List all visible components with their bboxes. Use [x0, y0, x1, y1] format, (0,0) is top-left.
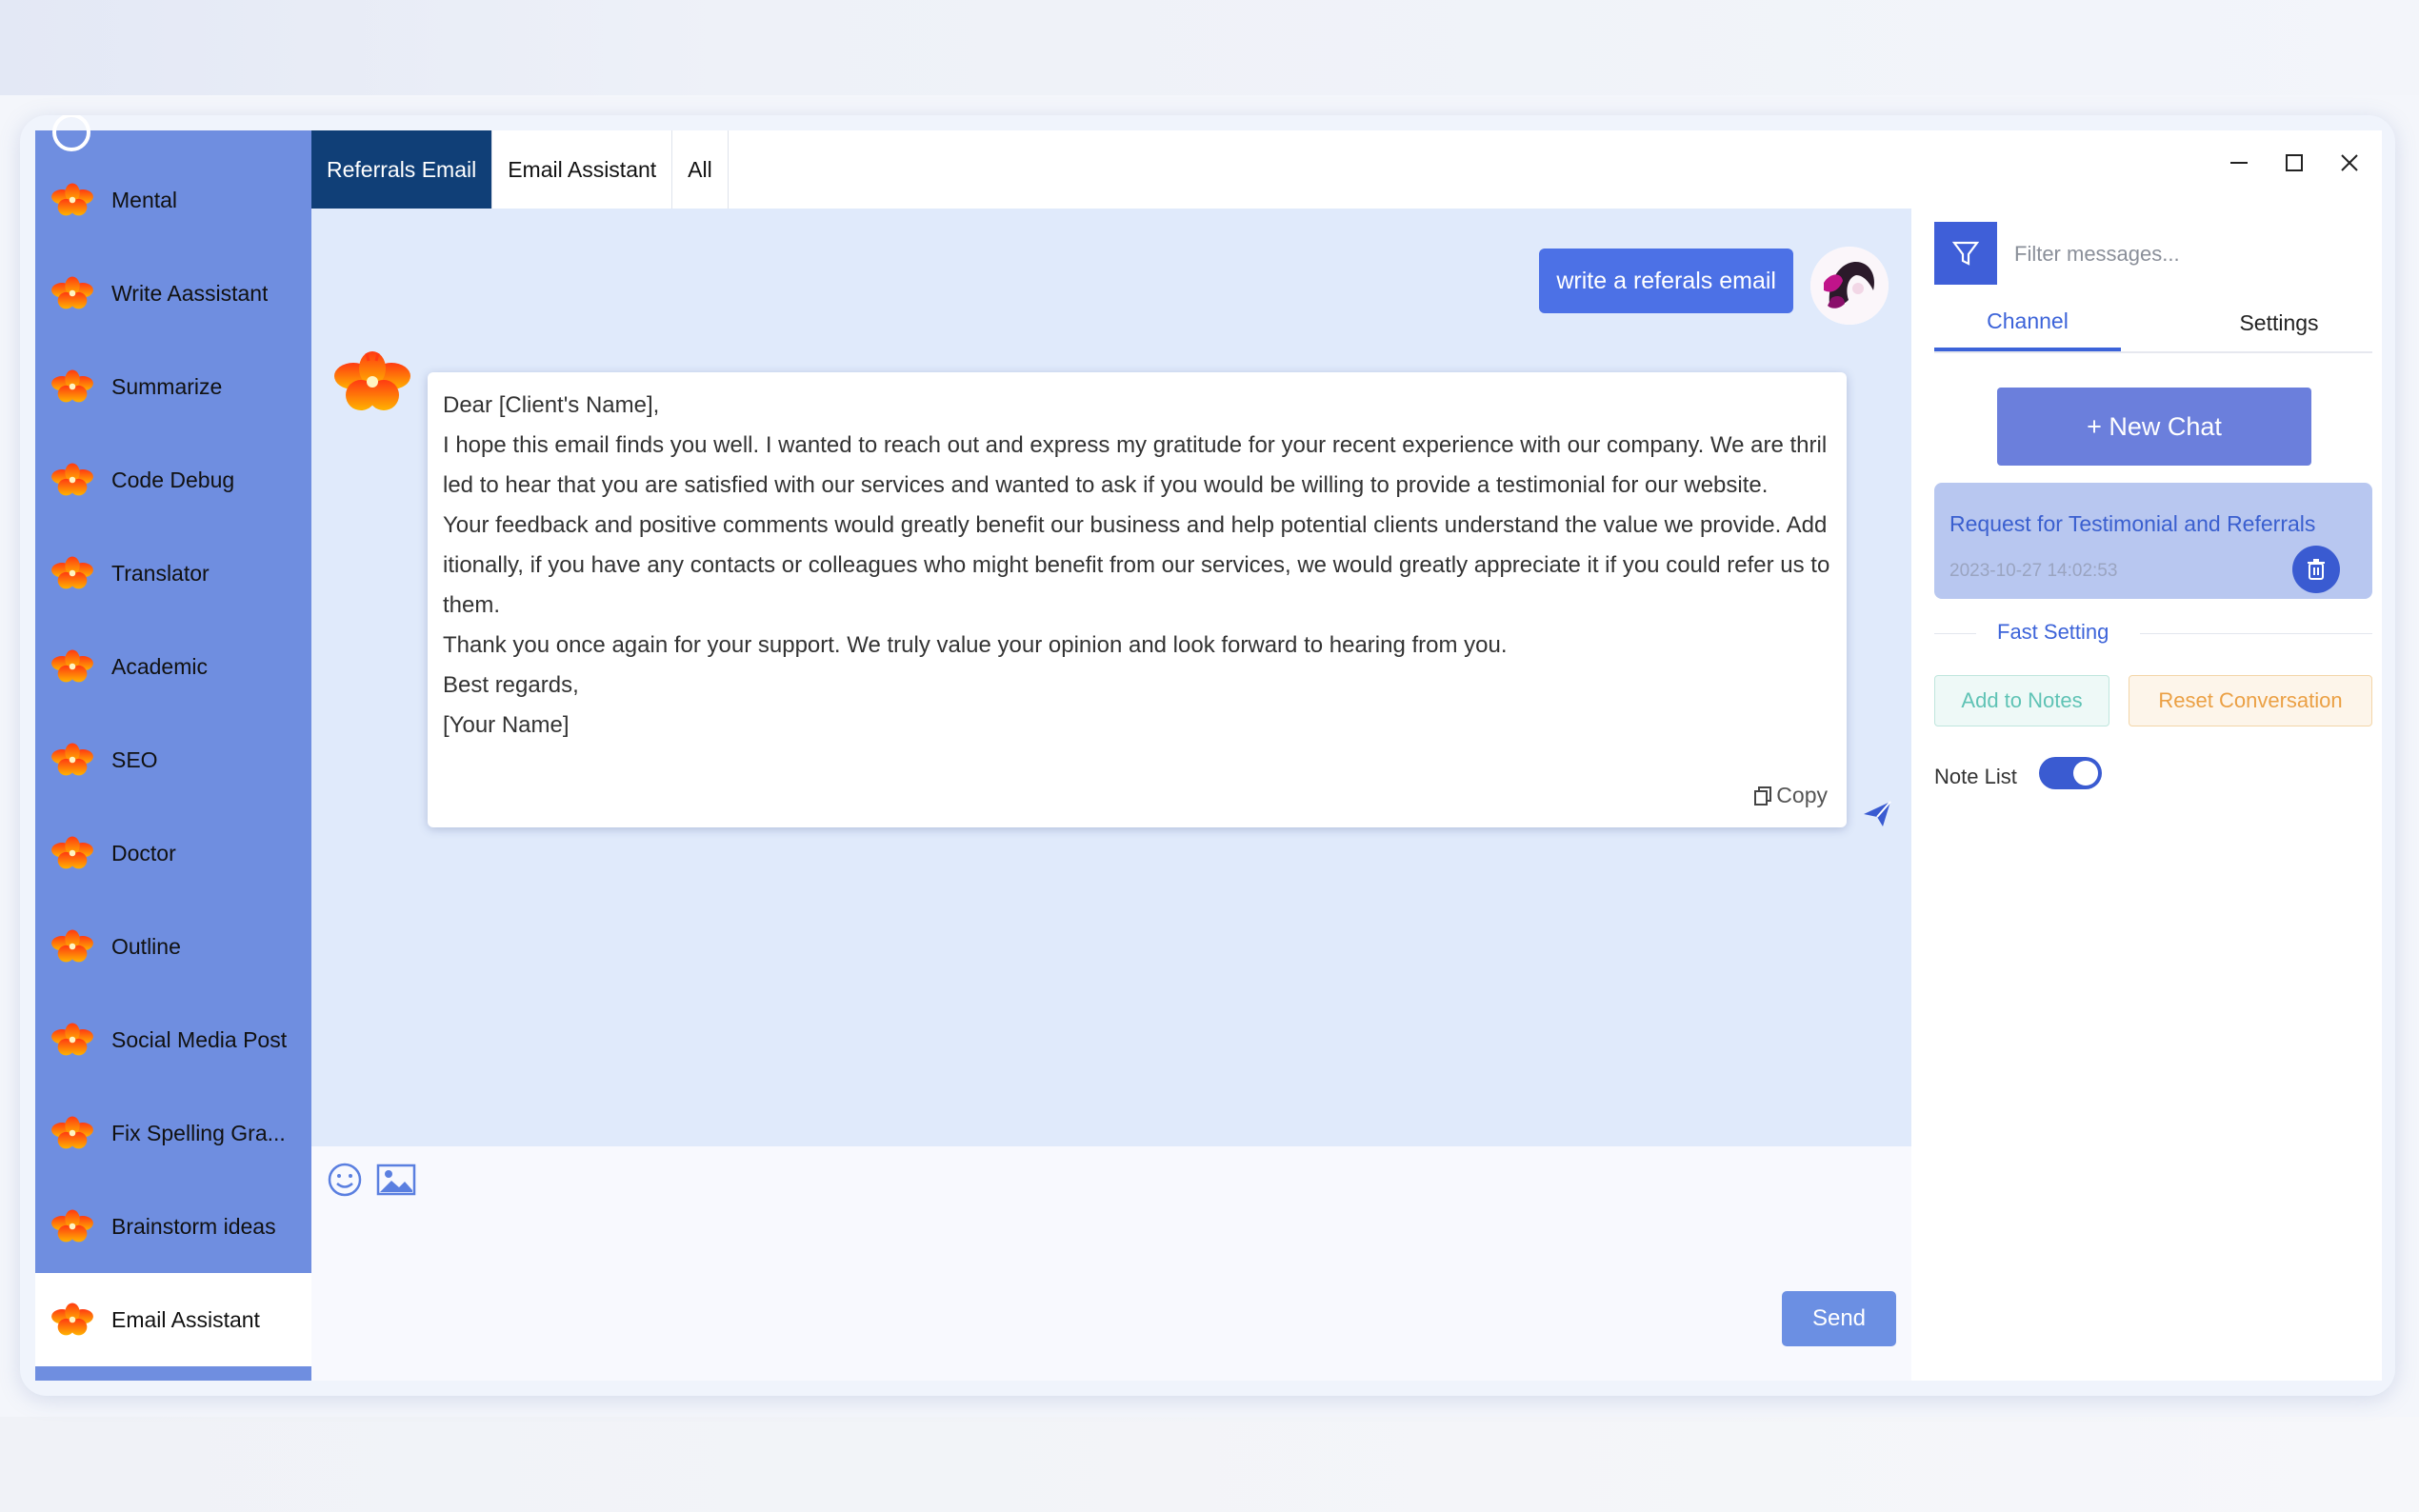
add-to-notes-button[interactable]: Add to Notes [1934, 675, 2109, 726]
sidebar-item-label: Mental [111, 187, 178, 212]
sidebar-item-label: Academic [111, 653, 208, 679]
sidebar-item-label: SEO [111, 746, 158, 772]
sidebar-item-academic[interactable]: Academic [35, 620, 311, 713]
right-panel-tabs: Channel Settings [1934, 294, 2372, 353]
sidebar: Mental Write Aassistant Summarize Code Debu… [35, 115, 311, 1381]
flower-icon [50, 368, 94, 406]
user-message-bubble: write a referals email [1539, 249, 1793, 313]
sidebar-item-label: Email Assistant [111, 1306, 260, 1332]
flower-icon [50, 927, 94, 965]
sidebar-item-label: Social Media Post [111, 1026, 288, 1052]
user-avatar [1810, 247, 1889, 325]
flower-icon [50, 1301, 94, 1339]
tab-all[interactable]: All [672, 130, 729, 209]
trash-icon [2308, 559, 2325, 580]
flower-icon [50, 1114, 94, 1152]
sidebar-item-label: Fix Spelling Gra... [111, 1120, 286, 1145]
filter-messages-input[interactable] [2012, 222, 2357, 287]
flower-icon [50, 741, 94, 779]
sidebar-item-summarize[interactable]: Summarize [35, 340, 311, 433]
sidebar-item-brainstorm-ideas[interactable]: Brainstorm ideas [35, 1180, 311, 1273]
background-bottom [0, 1417, 2419, 1512]
sidebar-item-mental[interactable]: Mental [35, 153, 311, 247]
sidebar-item-label: Outline [111, 933, 181, 959]
sidebar-item-label: Write Aassistant [111, 280, 269, 306]
app-window-content: Mental Write Aassistant Summarize Code Debu… [35, 115, 2382, 1381]
assistant-reply-card: Dear [Client's Name], I hope this email … [428, 372, 1847, 827]
flower-icon [50, 274, 94, 312]
note-list-label: Note List [1934, 765, 2017, 788]
tab-bar: Referrals Email Email Assistant All [311, 130, 729, 209]
tab-email-assistant[interactable]: Email Assistant [492, 130, 673, 209]
flower-icon [50, 554, 94, 592]
reset-conversation-button[interactable]: Reset Conversation [2129, 675, 2372, 726]
sidebar-item-doctor[interactable]: Doctor [35, 806, 311, 900]
conversation-title: Request for Testimonial and Referrals [1949, 511, 2316, 536]
assistant-avatar-icon [332, 348, 412, 416]
reply-line: Best regards, [443, 672, 579, 698]
emoji-icon[interactable] [327, 1162, 363, 1198]
sidebar-item-seo[interactable]: SEO [35, 713, 311, 806]
sidebar-top-indicator [52, 115, 90, 151]
filter-button[interactable] [1934, 222, 1997, 285]
sidebar-item-label: Code Debug [111, 467, 235, 492]
sidebar-item-label: Summarize [111, 373, 223, 399]
sidebar-item-write-aassistant[interactable]: Write Aassistant [35, 247, 311, 340]
sidebar-item-code-debug[interactable]: Code Debug [35, 433, 311, 527]
toggle-knob [2073, 761, 2098, 786]
tab-channel[interactable]: Channel [1934, 294, 2121, 351]
reply-line: Thank you once again for your support. W… [443, 632, 1508, 658]
flower-icon [50, 1021, 94, 1059]
image-icon[interactable] [376, 1162, 416, 1198]
sidebar-item-translator[interactable]: Translator [35, 527, 311, 620]
minimize-icon[interactable] [2226, 149, 2252, 176]
resend-icon[interactable] [1862, 799, 1892, 829]
copy-icon [1754, 786, 1772, 806]
flower-icon [50, 181, 94, 219]
tab-referrals-email[interactable]: Referrals Email [311, 130, 493, 209]
divider [2140, 633, 2372, 634]
sidebar-item-email-assistant[interactable]: Email Assistant [35, 1273, 311, 1366]
right-panel: Channel Settings + New Chat Request for … [1911, 209, 2382, 1381]
close-icon[interactable] [2336, 149, 2363, 176]
app-window: Mental Write Aassistant Summarize Code Debu… [20, 115, 2395, 1396]
flower-icon [50, 1207, 94, 1245]
delete-conversation-button[interactable] [2292, 546, 2340, 593]
new-chat-button[interactable]: + New Chat [1997, 388, 2311, 466]
conversation-item[interactable]: Request for Testimonial and Referrals 20… [1934, 483, 2372, 599]
divider [1934, 633, 1976, 634]
sidebar-item-label: Translator [111, 560, 210, 586]
sidebar-item-fix-spelling-gra[interactable]: Fix Spelling Gra... [35, 1086, 311, 1180]
note-list-toggle[interactable] [2039, 757, 2102, 789]
filter-icon [1951, 241, 1980, 266]
tab-settings[interactable]: Settings [2186, 294, 2372, 351]
fast-setting-label: Fast Setting [1997, 620, 2109, 644]
copy-button[interactable]: Copy [1753, 783, 1828, 808]
background-top [0, 0, 2419, 95]
flower-icon [50, 461, 94, 499]
sidebar-item-outline[interactable]: Outline [35, 900, 311, 993]
reply-line: I hope this email finds you well. I want… [443, 432, 1828, 498]
sidebar-item-social-media-post[interactable]: Social Media Post [35, 993, 311, 1086]
flower-icon [50, 834, 94, 872]
send-button[interactable]: Send [1782, 1291, 1896, 1346]
reply-line: Dear [Client's Name], [443, 392, 660, 418]
maximize-icon[interactable] [2281, 149, 2308, 176]
copy-label: Copy [1776, 783, 1828, 807]
sidebar-item-label: Doctor [111, 840, 176, 865]
message-composer[interactable]: Send [311, 1146, 1911, 1381]
chat-area: write a referals email Dear [Client's Na… [311, 209, 1911, 1146]
conversation-timestamp: 2023-10-27 14:02:53 [1949, 561, 2118, 581]
reply-line: Your feedback and positive comments woul… [443, 512, 1830, 618]
sidebar-item-label: Brainstorm ideas [111, 1213, 276, 1239]
reply-line: [Your Name] [443, 712, 570, 738]
flower-icon [50, 647, 94, 686]
